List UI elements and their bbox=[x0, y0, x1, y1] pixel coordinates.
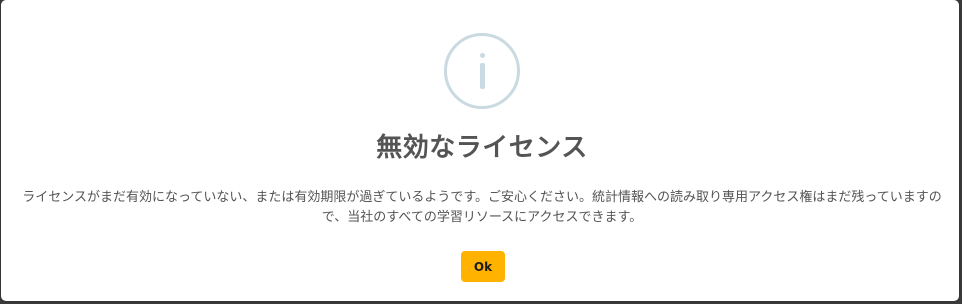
info-icon bbox=[444, 33, 520, 109]
dialog-title: 無効なライセンス bbox=[376, 133, 588, 163]
info-icon-dot bbox=[480, 53, 485, 58]
dialog-message: ライセンスがまだ有効になっていない、または有効期限が過ぎているようです。ご安心く… bbox=[22, 190, 942, 225]
ok-button[interactable]: Ok bbox=[461, 251, 505, 282]
info-icon-stem bbox=[480, 63, 485, 89]
modal-backdrop: 無効なライセンス ライセンスがまだ有効になっていない、または有効期限が過ぎている… bbox=[0, 0, 962, 304]
invalid-license-dialog: 無効なライセンス ライセンスがまだ有効になっていない、または有効期限が過ぎている… bbox=[1, 0, 959, 301]
